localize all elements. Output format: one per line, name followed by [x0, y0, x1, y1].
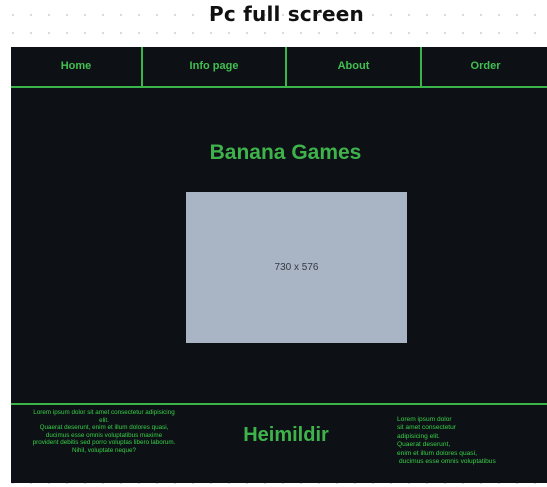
- footer-left-line: ducimus esse omnis voluptatibus maxime: [45, 431, 163, 439]
- nav-item-info-page[interactable]: Info page: [143, 47, 285, 86]
- nav-item-about[interactable]: About: [287, 47, 420, 86]
- nav-item-home[interactable]: Home: [11, 47, 141, 86]
- footer-right-text: Lorem ipsum dolor sit amet consectetur a…: [397, 416, 527, 466]
- hero-title: Banana Games: [209, 141, 362, 164]
- footer-left-line: Nihil, voluptate neque?: [71, 446, 137, 454]
- website-frame: Home Info page About Order Banana Games …: [11, 47, 547, 483]
- footer-left-text: Lorem ipsum dolor sit amet consectetur a…: [18, 409, 190, 455]
- hero-image-placeholder: 730 x 576: [186, 192, 407, 343]
- footer-right-line: enim et illum dolores quasi,: [397, 449, 477, 457]
- footer-right-line: Quaerat deserunt,: [397, 441, 451, 449]
- nav-item-order[interactable]: Order: [422, 47, 547, 86]
- page-title: Pc full screen: [209, 2, 364, 26]
- footer-title: Heimildir: [243, 424, 329, 446]
- footer-left-line: elit.: [99, 416, 109, 424]
- footer-left-line: Quaerat deserunt, enim et illum dolores …: [39, 424, 169, 432]
- footer-right-line: sit amet consectetur: [397, 424, 457, 432]
- main-navigation: Home Info page About Order: [11, 47, 547, 88]
- footer-right-line: Lorem ipsum dolor: [397, 416, 452, 423]
- footer-right-line: ducimus esse omnis voluptatibus: [399, 458, 496, 466]
- footer-right-line: adipisicing elit.: [397, 432, 440, 440]
- footer-left-line: provident debitis sed porro voluptas lib…: [32, 439, 176, 447]
- placeholder-size-label: 730 x 576: [274, 262, 319, 273]
- site-footer: Lorem ipsum dolor sit amet consectetur a…: [11, 403, 547, 483]
- footer-left-line: Lorem ipsum dolor sit amet consectetur a…: [33, 409, 175, 416]
